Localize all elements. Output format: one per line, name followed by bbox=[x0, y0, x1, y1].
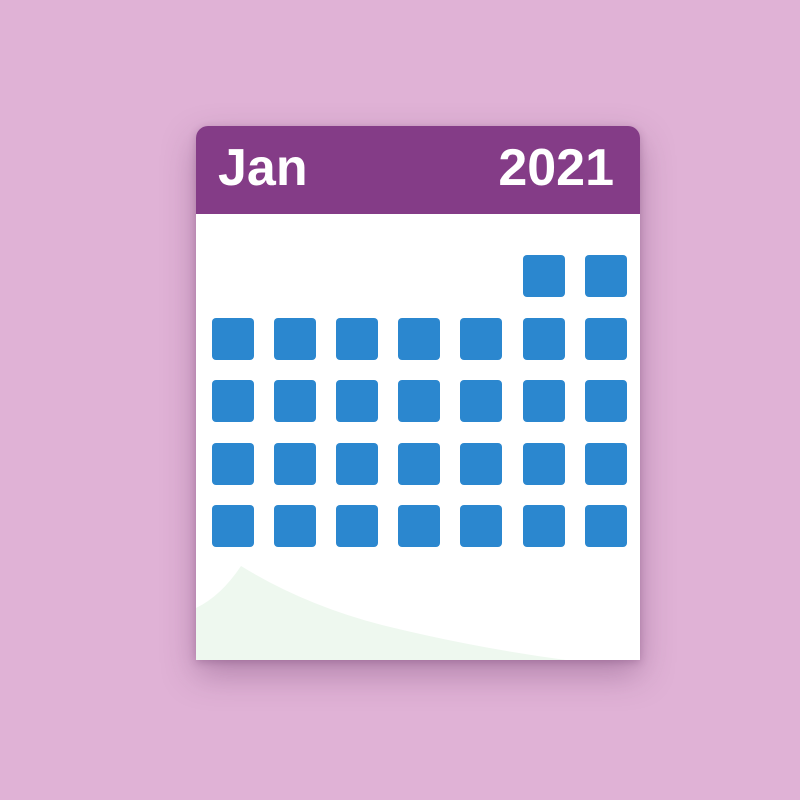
day-square bbox=[522, 317, 565, 360]
day-square bbox=[584, 317, 627, 360]
day-square bbox=[212, 505, 254, 547]
day-square bbox=[212, 442, 254, 485]
day-square bbox=[522, 442, 565, 485]
calendar-icon: Jan 2021 bbox=[196, 126, 640, 660]
day-square bbox=[398, 380, 441, 422]
day-square bbox=[336, 505, 379, 547]
day-square bbox=[584, 255, 627, 297]
day-square bbox=[584, 380, 627, 422]
day-square bbox=[460, 317, 503, 360]
day-square bbox=[336, 317, 379, 360]
day-square bbox=[274, 442, 317, 485]
day-square bbox=[398, 317, 441, 360]
day-square bbox=[460, 505, 503, 547]
day-grid bbox=[196, 126, 640, 660]
day-square bbox=[522, 380, 565, 422]
day-square bbox=[522, 255, 565, 297]
day-square bbox=[460, 380, 503, 422]
day-square bbox=[274, 317, 317, 360]
day-square bbox=[336, 442, 379, 485]
day-square bbox=[212, 317, 254, 360]
day-square bbox=[274, 380, 317, 422]
day-square bbox=[584, 442, 627, 485]
day-square bbox=[274, 505, 317, 547]
day-square bbox=[584, 505, 627, 547]
day-square bbox=[336, 380, 379, 422]
day-square bbox=[522, 505, 565, 547]
day-square bbox=[398, 442, 441, 485]
canvas-background: Jan 2021 bbox=[0, 0, 800, 800]
day-square bbox=[460, 442, 503, 485]
day-square bbox=[398, 505, 441, 547]
day-square bbox=[212, 380, 254, 422]
